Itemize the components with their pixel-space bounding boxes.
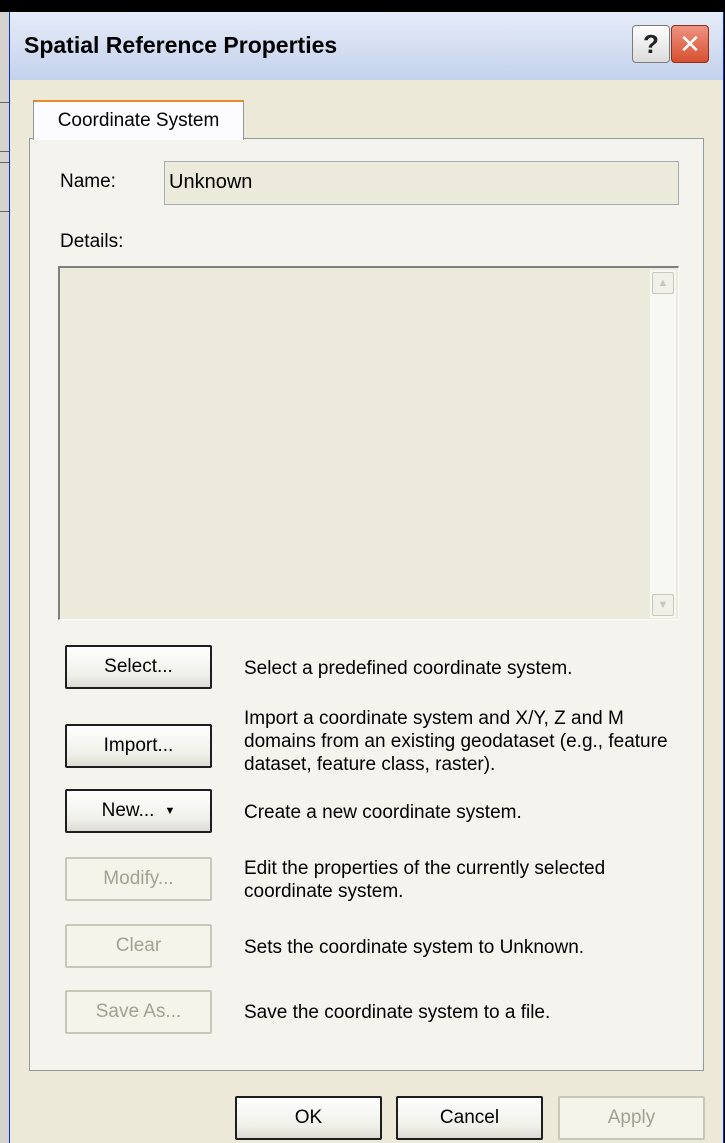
new-button[interactable]: New... ▼ [65, 789, 212, 833]
select-description: Select a predefined coordinate system. [244, 658, 573, 679]
coordinate-system-panel: Name: Unknown Details: ▲ ▼ Select... Sel… [29, 138, 704, 1071]
cancel-button-label: Cancel [439, 1107, 500, 1128]
edge-mark [0, 102, 9, 152]
spatial-reference-dialog: Spatial Reference Properties ? ✕ Coordin… [9, 12, 724, 1143]
modify-description: Edit the properties of the currently sel… [244, 858, 606, 902]
select-button-label: Select... [104, 656, 173, 677]
help-button[interactable]: ? [632, 25, 670, 63]
modify-button-label: Modify... [103, 868, 174, 889]
tab-label: Coordinate System [57, 110, 220, 131]
import-button-label: Import... [103, 735, 174, 756]
scroll-down-button[interactable]: ▼ [652, 594, 674, 616]
clear-description: Sets the coordinate system to Unknown. [244, 937, 585, 958]
edge-mark [0, 162, 9, 212]
question-mark-icon: ? [643, 28, 659, 59]
scroll-up-button[interactable]: ▲ [652, 272, 674, 294]
new-button-label: New... [101, 800, 155, 821]
details-textarea[interactable]: ▲ ▼ [58, 266, 679, 620]
save-as-description: Save the coordinate system to a file. [244, 1002, 551, 1023]
tab-coordinate-system[interactable]: Coordinate System [33, 100, 244, 140]
apply-button[interactable]: Apply [558, 1096, 705, 1140]
apply-button-label: Apply [607, 1107, 656, 1128]
dropdown-arrow-icon: ▼ [164, 805, 176, 817]
dialog-body: Coordinate System Name: Unknown Details:… [10, 80, 723, 1143]
clear-button-label: Clear [115, 935, 162, 956]
details-scrollbar[interactable]: ▲ ▼ [650, 270, 676, 618]
clear-button[interactable]: Clear [65, 924, 212, 968]
close-icon: ✕ [679, 28, 701, 59]
ok-button-label: OK [294, 1107, 323, 1128]
import-button[interactable]: Import... [65, 724, 212, 768]
modify-button[interactable]: Modify... [65, 857, 212, 901]
chevron-down-icon: ▼ [657, 599, 669, 611]
name-label: Name: [60, 171, 116, 192]
new-description: Create a new coordinate system. [244, 802, 522, 823]
import-description: Import a coordinate system and X/Y, Z an… [244, 708, 668, 775]
chevron-up-icon: ▲ [657, 277, 669, 289]
cancel-button[interactable]: Cancel [396, 1096, 543, 1140]
select-button[interactable]: Select... [65, 645, 212, 689]
details-label: Details: [60, 231, 124, 252]
close-button[interactable]: ✕ [671, 25, 709, 63]
underlying-window-edge [0, 12, 9, 1143]
title-bar[interactable]: Spatial Reference Properties ? ✕ [10, 12, 723, 80]
save-as-button[interactable]: Save As... [65, 990, 212, 1034]
ok-button[interactable]: OK [235, 1096, 382, 1140]
name-field[interactable]: Unknown [164, 161, 679, 205]
window-title: Spatial Reference Properties [24, 32, 338, 58]
background-strip [0, 0, 725, 12]
save-as-button-label: Save As... [95, 1001, 182, 1022]
